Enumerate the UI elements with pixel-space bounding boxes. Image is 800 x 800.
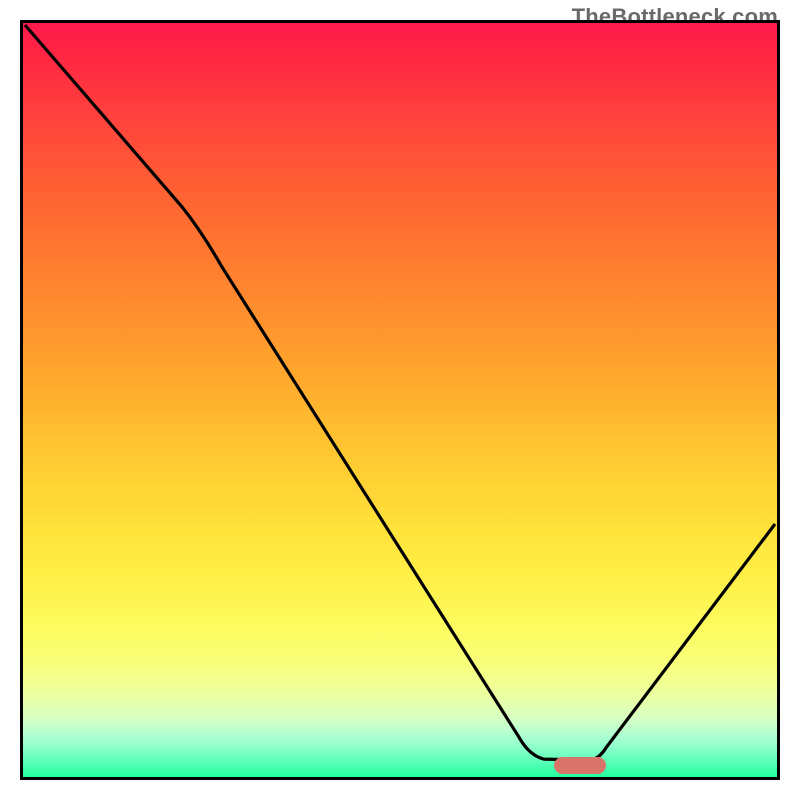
chart-container: TheBottleneck.com (0, 0, 800, 800)
optimal-marker (554, 757, 606, 774)
plot-area (20, 20, 780, 780)
bottleneck-curve (23, 23, 777, 777)
curve-path (25, 25, 775, 760)
